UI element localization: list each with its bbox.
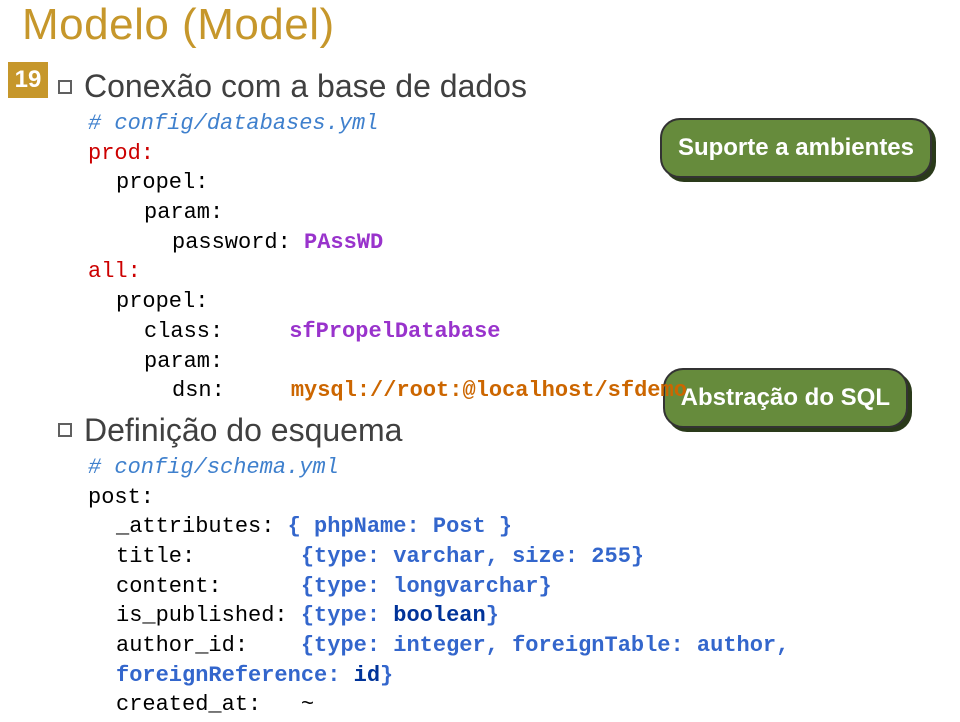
code-key: propel: (116, 170, 208, 195)
heading-1: Conexão com a base de dados (84, 68, 527, 105)
code-key: content: (116, 574, 222, 599)
slide-number-badge: 19 (8, 62, 48, 98)
code-value: mysql://root:@localhost/sfdemo (291, 378, 687, 403)
main-content: Conexão com a base de dados # config/dat… (58, 68, 938, 722)
section-2: Definição do esquema # config/schema.yml… (58, 412, 938, 720)
code-comment: # config/schema.yml (88, 455, 339, 480)
code-value: } (486, 603, 499, 628)
code-value: sfPropelDatabase (289, 319, 500, 344)
code-key: title: (116, 544, 195, 569)
code-value: } (380, 663, 393, 688)
code-value: id (354, 663, 380, 688)
code-key: is_published: (116, 603, 288, 628)
section-1: Conexão com a base de dados # config/dat… (58, 68, 938, 406)
code-value: {type: longvarchar} (301, 574, 552, 599)
code-key: param: (144, 349, 223, 374)
code-value: {type: (301, 603, 393, 628)
code-block-2: # config/schema.yml post: _attributes: {… (88, 453, 938, 720)
code-key: propel: (116, 289, 208, 314)
code-value: PAssWD (304, 230, 383, 255)
code-key: created_at: (116, 692, 261, 717)
code-key: param: (144, 200, 223, 225)
code-key: all: (88, 259, 141, 284)
code-key: password: (172, 230, 291, 255)
heading-2: Definição do esquema (84, 412, 402, 449)
heading-row-1: Conexão com a base de dados (58, 68, 938, 105)
code-key: author_id: (116, 633, 248, 658)
code-comment: # config/databases.yml (88, 111, 378, 136)
bullet-icon (58, 80, 72, 94)
code-block-1: # config/databases.yml prod: propel: par… (88, 109, 938, 406)
code-value: boolean (393, 603, 485, 628)
code-key: _attributes: (116, 514, 274, 539)
heading-row-2: Definição do esquema (58, 412, 938, 449)
code-key: dsn: (172, 378, 225, 403)
code-key: class: (144, 319, 223, 344)
bullet-icon (58, 423, 72, 437)
code-value: {type: varchar, size: 255} (301, 544, 644, 569)
page-title: Modelo (Model) (22, 0, 335, 50)
code-value: ~ (301, 692, 314, 717)
code-key: prod: (88, 141, 154, 166)
code-value: { phpName: Post } (288, 514, 512, 539)
code-key: post: (88, 485, 154, 510)
